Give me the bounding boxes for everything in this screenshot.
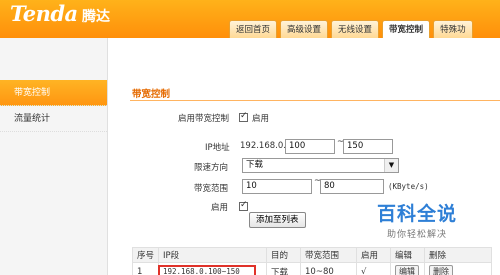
row-bandwidth: 10~80 — [300, 262, 357, 275]
tenda-logo: Tenda — [10, 1, 78, 26]
ip-start-input[interactable]: 100 — [285, 139, 335, 154]
range-max-input[interactable]: 80 — [320, 179, 384, 194]
col-index: 序号 — [132, 247, 159, 263]
row-enable-checkbox[interactable] — [239, 200, 248, 211]
col-ip-range: IP段 — [158, 247, 267, 263]
ip-label: IP地址 — [205, 143, 230, 153]
tab-bandwidth[interactable]: 带宽控制 — [382, 20, 431, 39]
row-index: 1 — [132, 262, 159, 275]
enable-checkbox[interactable] — [239, 111, 248, 122]
col-edit: 编辑 — [390, 247, 425, 263]
sidebar: 带宽控制 流量统计 — [0, 38, 108, 275]
col-direction: 目的 — [266, 247, 301, 263]
enable-label: 启用带宽控制 — [178, 114, 230, 124]
ip-range-highlight — [158, 265, 256, 275]
ip-prefix: 192.168.0. — [240, 141, 286, 151]
section-title: 带宽控制 — [132, 89, 171, 100]
tab-special[interactable]: 特殊功 — [433, 20, 473, 38]
col-bandwidth: 带宽范围 — [300, 247, 357, 263]
tab-home[interactable]: 返回首页 — [229, 20, 278, 38]
section-divider — [130, 100, 500, 101]
delete-button[interactable]: 删除 — [429, 265, 453, 275]
watermark-title: 百科全说 — [376, 203, 457, 225]
enable-text: 启用 — [252, 114, 270, 124]
sidebar-item-traffic[interactable]: 流量统计 — [0, 106, 107, 132]
main-tabs: 返回首页 高级设置 无线设置 带宽控制 特殊功 — [229, 20, 476, 39]
col-enable: 启用 — [356, 247, 391, 263]
range-min-input[interactable]: 10 — [242, 179, 312, 194]
tab-wireless[interactable]: 无线设置 — [331, 20, 380, 38]
range-label: 带宽范围 — [194, 184, 229, 194]
direction-value: 下载 — [246, 160, 264, 170]
ip-end-input[interactable]: 150 — [343, 139, 393, 154]
direction-select[interactable]: 下载 ▼ — [242, 158, 399, 173]
edit-button[interactable]: 编辑 — [395, 265, 419, 275]
row-direction: 下载 — [266, 262, 301, 275]
watermark-subtitle: 助你轻松解决 — [386, 230, 447, 240]
watermark: 百科全说 助你轻松解决 — [362, 199, 472, 240]
sidebar-item-bandwidth[interactable]: 带宽控制 — [0, 80, 107, 106]
add-to-list-button[interactable]: 添加至列表 — [249, 212, 306, 228]
col-delete: 删除 — [424, 247, 492, 263]
table-header-row: 序号 IP段 目的 带宽范围 启用 编辑 删除 — [132, 247, 492, 263]
range-unit: (KByte/s) — [388, 182, 429, 191]
row-enable-label: 启用 — [211, 203, 229, 213]
tab-advanced[interactable]: 高级设置 — [280, 20, 329, 38]
row-enable: √ — [356, 262, 391, 275]
top-header: Tenda 腾达 返回首页 高级设置 无线设置 带宽控制 特殊功 — [0, 0, 500, 39]
chevron-down-icon: ▼ — [384, 159, 398, 172]
brand-name-cn: 腾达 — [82, 9, 110, 25]
direction-label: 限速方向 — [194, 163, 229, 173]
